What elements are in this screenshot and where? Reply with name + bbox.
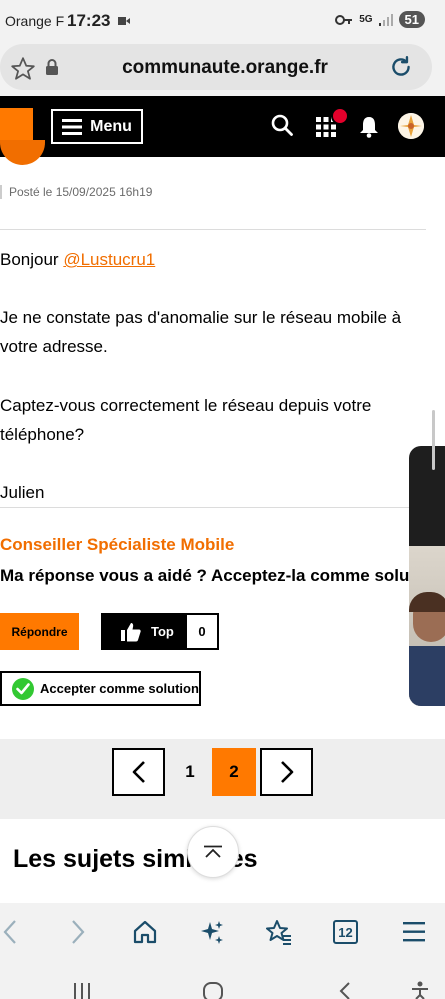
system-nav-bar — [0, 963, 445, 999]
author-role: Conseiller Spécialiste Mobile — [0, 535, 235, 554]
browser-toolbar — [0, 903, 445, 963]
bookmarks-icon[interactable] — [266, 919, 292, 945]
tabs-button[interactable]: 12 — [333, 920, 358, 944]
status-bar: Orange F 17:23 5G 51 — [0, 0, 445, 42]
kudos-button[interactable]: Top 0 — [101, 613, 219, 650]
page-1-link[interactable]: 1 — [168, 748, 212, 796]
kudos-count: 0 — [187, 615, 217, 648]
status-icons: 5G 51 — [335, 11, 425, 28]
carrier-label: Orange F — [5, 13, 65, 29]
post-signature: Julien — [0, 483, 45, 502]
post-paragraph: Captez-vous correctement le réseau depui… — [0, 396, 372, 444]
video-call-icon — [118, 17, 130, 25]
search-icon[interactable] — [271, 114, 293, 136]
user-avatar[interactable] — [398, 113, 424, 139]
ai-sparkle-icon[interactable] — [199, 919, 225, 945]
notification-badge — [331, 107, 349, 125]
signal-icon — [378, 13, 393, 26]
chevron-left-icon — [132, 761, 145, 783]
greeting-text: Bonjour — [0, 250, 64, 269]
previous-page-button[interactable] — [112, 748, 165, 796]
divider — [0, 229, 426, 230]
menu-label: Menu — [90, 117, 132, 135]
url-text: communaute.orange.fr — [122, 57, 328, 78]
thumbs-up-icon — [121, 622, 141, 641]
site-header: Menu — [0, 96, 445, 157]
recent-apps-icon[interactable] — [72, 981, 92, 999]
post-date: Posté le 15/09/2025 16h19 — [0, 185, 152, 199]
user-mention-link[interactable]: @Lustucru1 — [63, 250, 155, 269]
check-icon — [12, 677, 34, 700]
avatar-image — [398, 113, 424, 139]
accept-prompt: Ma réponse vous a aidé ? Acceptez-la com… — [0, 566, 441, 585]
video-call-overlay[interactable] — [409, 446, 445, 706]
hamburger-icon — [62, 118, 83, 135]
pagination: 1 2 — [0, 739, 445, 819]
accessibility-icon[interactable] — [410, 981, 430, 999]
back-nav-icon[interactable] — [338, 981, 352, 999]
scroll-to-top-button[interactable] — [187, 826, 239, 878]
author-avatar[interactable] — [0, 140, 45, 165]
orange-logo[interactable] — [0, 108, 33, 141]
post-paragraph: Je ne constate pas d'anomalie sur le rés… — [0, 308, 402, 356]
page-scroll-indicator — [432, 410, 435, 470]
more-menu-icon[interactable] — [403, 922, 425, 942]
back-arrow-icon[interactable] — [2, 919, 18, 945]
accept-solution-button[interactable]: Accepter comme solution — [0, 671, 201, 706]
post-greeting: Bonjour @Lustucru1 — [0, 245, 420, 274]
home-icon[interactable] — [132, 919, 158, 945]
home-nav-icon[interactable] — [202, 981, 224, 999]
next-page-button[interactable] — [260, 748, 313, 796]
menu-button[interactable]: Menu — [51, 109, 143, 144]
network-type: 5G — [359, 14, 373, 25]
forward-arrow-icon[interactable] — [70, 919, 86, 945]
reply-button[interactable]: Répondre — [0, 613, 79, 650]
video-person-body — [409, 646, 445, 706]
accept-solution-label: Accepter comme solution — [40, 681, 199, 696]
address-field[interactable]: communaute.orange.fr — [0, 44, 432, 90]
page-2-current[interactable]: 2 — [212, 748, 256, 796]
chevron-up-icon — [204, 845, 222, 858]
bell-icon[interactable] — [359, 116, 379, 138]
key-icon — [335, 14, 353, 25]
clock: 17:23 — [67, 11, 111, 30]
chevron-right-icon — [280, 761, 293, 783]
kudos-label: Top — [151, 624, 174, 639]
divider — [0, 507, 426, 508]
browser-url-bar: communaute.orange.fr — [0, 42, 445, 96]
kudos-label-area: Top — [103, 615, 187, 648]
reload-icon[interactable] — [388, 54, 414, 80]
battery-indicator: 51 — [398, 11, 425, 28]
